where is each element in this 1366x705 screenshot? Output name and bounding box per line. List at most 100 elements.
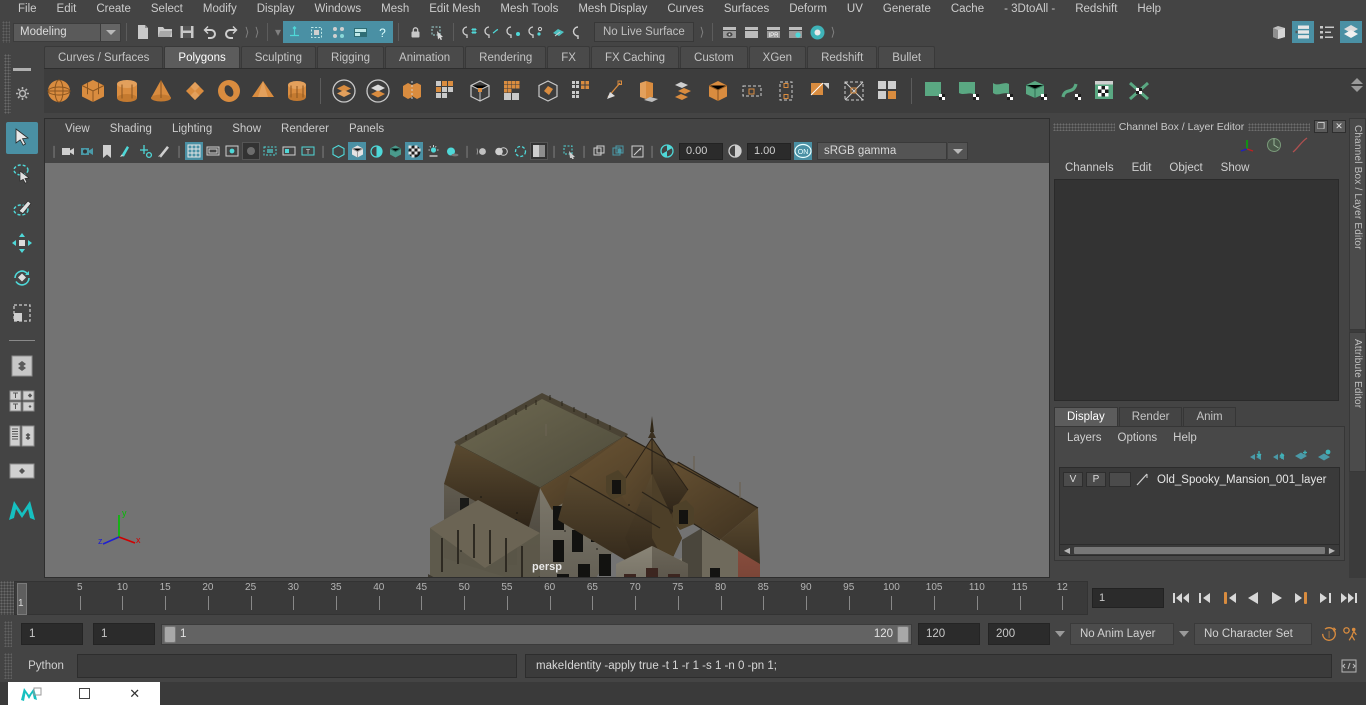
poly-prism-icon[interactable]	[282, 76, 312, 106]
menu-item-create[interactable]: Create	[86, 0, 141, 19]
panel-drag-grip-right[interactable]	[1248, 122, 1310, 131]
range-slider-grip[interactable]	[4, 621, 12, 647]
rotate-tool-icon[interactable]	[6, 262, 38, 294]
node-editor-icon[interactable]	[1292, 21, 1314, 43]
poly-cylinder-icon[interactable]	[112, 76, 142, 106]
uv-auto-icon[interactable]	[1022, 76, 1052, 106]
highlight-selection-icon[interactable]	[426, 21, 448, 43]
uv-layout-icon[interactable]	[954, 76, 984, 106]
shelf-tab-bullet[interactable]: Bullet	[878, 46, 936, 68]
menu-item-help[interactable]: Help	[1127, 0, 1171, 19]
resolution-gate-icon[interactable]	[223, 142, 241, 160]
step-forward-keyframe-icon[interactable]	[1316, 589, 1334, 607]
bookmark-icon[interactable]	[98, 142, 116, 160]
uv-optimize-icon[interactable]	[1056, 76, 1086, 106]
combine-icon[interactable]	[329, 76, 359, 106]
safe-title-icon[interactable]: T	[299, 142, 317, 160]
step-back-keyframe-icon[interactable]	[1196, 589, 1214, 607]
smooth-icon[interactable]	[499, 76, 529, 106]
status-collapse-1[interactable]: ⟩	[242, 23, 252, 41]
anim-start-time-field[interactable]: 1	[21, 623, 83, 645]
close-icon[interactable]: ✕	[109, 682, 160, 705]
move-layer-down-icon[interactable]	[1271, 449, 1286, 465]
channel-box-menu-object[interactable]: Object	[1160, 162, 1211, 174]
uv-unfold-icon[interactable]	[920, 76, 950, 106]
auto-keyframe-icon[interactable]: |	[1320, 625, 1338, 643]
command-line-grip[interactable]	[4, 653, 12, 679]
booleans-icon[interactable]	[431, 76, 461, 106]
poly-sphere-icon[interactable]	[44, 76, 74, 106]
sculpt-icon[interactable]	[533, 76, 563, 106]
menu-item-surfaces[interactable]: Surfaces	[714, 0, 779, 19]
menu-item-cache[interactable]: Cache	[941, 0, 994, 19]
play-forwards-icon[interactable]	[1268, 589, 1286, 607]
xray-active-components-icon[interactable]	[609, 142, 627, 160]
extract-icon[interactable]	[397, 76, 427, 106]
viewport-menu-show[interactable]: Show	[222, 123, 271, 135]
layer-tab-display[interactable]: Display	[1054, 407, 1118, 426]
vertical-tab-channel-box[interactable]: Channel Box / Layer Editor	[1349, 118, 1366, 330]
menu-set-dropdown-arrow[interactable]	[101, 22, 121, 42]
render-current-frame-icon[interactable]	[740, 21, 762, 43]
layer-menu-options[interactable]: Options	[1110, 432, 1166, 444]
lock-icon[interactable]	[404, 21, 426, 43]
textured-icon[interactable]	[386, 142, 404, 160]
range-end-time-field[interactable]: 120	[918, 623, 980, 645]
open-scene-icon[interactable]	[154, 21, 176, 43]
shelf-options-gear-icon[interactable]	[15, 86, 30, 104]
xray-joints-icon[interactable]	[590, 142, 608, 160]
step-forward-frame-icon[interactable]	[1292, 589, 1310, 607]
save-scene-icon[interactable]	[176, 21, 198, 43]
menu-item-mesh-tools[interactable]: Mesh Tools	[490, 0, 568, 19]
menu-item-deform[interactable]: Deform	[779, 0, 837, 19]
status-collapse-4[interactable]: ⟩	[697, 23, 707, 41]
current-frame-field[interactable]: 1	[1092, 588, 1164, 608]
screenshot-icon[interactable]	[628, 142, 646, 160]
select-by-hierarchy-icon[interactable]	[283, 21, 305, 43]
layer-list[interactable]: V P Old_Spooky_Mansion_001_layer	[1059, 467, 1340, 545]
shelf-scroll-down-icon[interactable]	[1351, 86, 1363, 92]
channel-box-menu-edit[interactable]: Edit	[1123, 162, 1161, 174]
layer-row-old-spooky-mansion[interactable]: V P Old_Spooky_Mansion_001_layer	[1063, 471, 1336, 488]
menu-item-generate[interactable]: Generate	[873, 0, 941, 19]
select-tool-icon[interactable]	[6, 122, 38, 154]
menu-set-selector[interactable]: Modeling	[13, 22, 101, 42]
menu-item-uv[interactable]: UV	[837, 0, 873, 19]
select-by-object-icon[interactable]	[305, 21, 327, 43]
separate-icon[interactable]	[363, 76, 393, 106]
new-scene-icon[interactable]	[132, 21, 154, 43]
maya-app-icon[interactable]	[8, 682, 59, 705]
animation-preferences-icon[interactable]	[1342, 625, 1360, 643]
shelf-tab-animation[interactable]: Animation	[385, 46, 465, 68]
outliner-icon[interactable]	[1268, 21, 1290, 43]
shelf-tab-rigging[interactable]: Rigging	[317, 46, 385, 68]
layer-tab-render[interactable]: Render	[1118, 407, 1183, 426]
shelf-scroll-up-icon[interactable]	[1351, 78, 1363, 84]
range-slider-left-handle[interactable]	[164, 625, 176, 643]
poly-cone-icon[interactable]	[146, 76, 176, 106]
render-attributes-icon[interactable]	[1265, 136, 1283, 157]
redo-icon[interactable]	[220, 21, 242, 43]
color-space-field[interactable]: sRGB gamma	[817, 142, 947, 160]
status-line-grip[interactable]	[2, 21, 10, 43]
layout-four-view-icon[interactable]	[6, 385, 38, 417]
snap-make-live-icon[interactable]	[569, 21, 591, 43]
lasso-select-tool-icon[interactable]	[6, 157, 38, 189]
viewport-toolbar-grip[interactable]: ❘	[49, 142, 59, 160]
layer-visibility-toggle[interactable]: V	[1063, 472, 1083, 487]
viewport-menu-shading[interactable]: Shading	[100, 123, 162, 135]
depth-of-field-icon[interactable]	[511, 142, 529, 160]
new-layer-from-selected-icon[interactable]	[1317, 449, 1332, 465]
vertical-tab-attribute-editor[interactable]: Attribute Editor	[1349, 332, 1366, 472]
transform-attributes-icon[interactable]	[1239, 137, 1257, 156]
viewport-3d[interactable]: y x z persp	[45, 163, 1049, 577]
snap-projected-center-icon[interactable]	[525, 21, 547, 43]
bevel-icon[interactable]	[669, 76, 699, 106]
isolate-select-icon[interactable]	[530, 142, 548, 160]
ipr-render-icon[interactable]: IPR	[762, 21, 784, 43]
snap-view-plane-icon[interactable]	[547, 21, 569, 43]
extrude-icon[interactable]	[635, 76, 665, 106]
shelf-tab-redshift[interactable]: Redshift	[807, 46, 878, 68]
screen-space-ao-icon[interactable]	[443, 142, 461, 160]
quad-draw-icon[interactable]	[601, 76, 631, 106]
